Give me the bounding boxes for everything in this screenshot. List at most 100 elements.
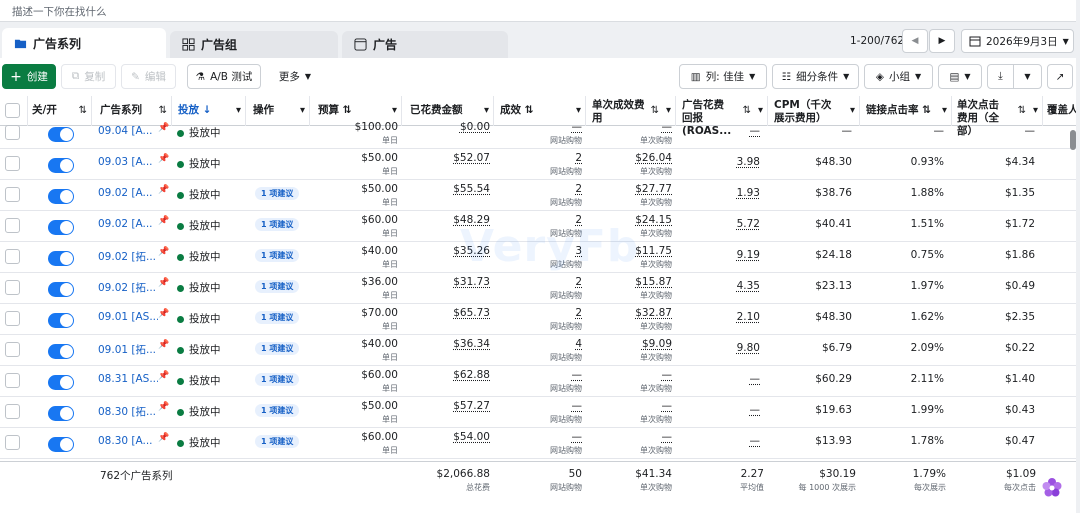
- results-label: 网站购物: [550, 167, 582, 176]
- more-button[interactable]: 更多 ▼: [270, 64, 320, 89]
- pin-icon[interactable]: 📌: [158, 278, 169, 288]
- row-checkbox[interactable]: [5, 404, 20, 419]
- report-button[interactable]: ▤ ▼: [938, 64, 982, 89]
- campaign-name-link[interactable]: 09.02 [拓...: [98, 273, 158, 304]
- budget-cell[interactable]: $36.00 单日: [310, 273, 402, 304]
- next-page-button[interactable]: ▶: [929, 29, 955, 53]
- campaign-toggle[interactable]: [48, 406, 74, 421]
- budget-cell[interactable]: $100.00 单日: [310, 118, 402, 149]
- recommendation-badge[interactable]: 1 项建议: [255, 211, 310, 242]
- budget-cell[interactable]: $70.00 单日: [310, 304, 402, 335]
- budget-cell[interactable]: $60.00 单日: [310, 428, 402, 459]
- table-row[interactable]: 09.03 [A... 📌 投放中 $50.00 单日 $52.07 2 网站购物 $26.04…: [0, 149, 1076, 180]
- table-row[interactable]: 08.30 [拓... 📌 投放中 1 项建议 $50.00 单日 $57.27— 网站购物 —…: [0, 397, 1076, 428]
- recommendation-badge[interactable]: 1 项建议: [255, 180, 310, 211]
- pin-icon[interactable]: 📌: [158, 433, 169, 443]
- row-checkbox[interactable]: [5, 311, 20, 326]
- prev-page-button[interactable]: ◀: [902, 29, 928, 53]
- campaign-toggle[interactable]: [48, 437, 74, 452]
- campaign-name-link[interactable]: 09.01 [拓...: [98, 335, 158, 366]
- create-button[interactable]: + 创建: [2, 64, 56, 89]
- budget-cell[interactable]: $40.00 单日: [310, 242, 402, 273]
- campaign-name-link[interactable]: 09.01 [AS...: [98, 304, 158, 335]
- row-checkbox[interactable]: [5, 249, 20, 264]
- ctr-value: 1.99%: [910, 404, 944, 416]
- campaign-toggle[interactable]: [48, 313, 74, 328]
- recommendation-badge[interactable]: 1 项建议: [255, 304, 310, 335]
- pin-icon[interactable]: 📌: [158, 185, 169, 195]
- pin-icon[interactable]: 📌: [158, 123, 169, 133]
- campaign-name-link[interactable]: 08.30 [A...: [98, 428, 158, 459]
- budget-cell[interactable]: $50.00 单日: [310, 180, 402, 211]
- row-checkbox[interactable]: [5, 373, 20, 388]
- table-row[interactable]: 09.04 [A... 📌 投放中 $100.00 单日 $0.00— 网站购物 — 单次购物 —…: [0, 118, 1076, 149]
- edit-button[interactable]: ✎ 编辑: [121, 64, 176, 89]
- campaign-name-link[interactable]: 09.02 [A...: [98, 211, 158, 242]
- campaign-toggle[interactable]: [48, 344, 74, 359]
- cpm-value: $40.41: [815, 218, 852, 230]
- row-checkbox[interactable]: [5, 156, 20, 171]
- row-checkbox[interactable]: [5, 435, 20, 450]
- breakdown-button[interactable]: ☷ 细分条件 ▼: [772, 64, 859, 89]
- assistant-flower-icon[interactable]: [1038, 474, 1066, 502]
- scrollbar[interactable]: [1070, 130, 1076, 150]
- pin-icon[interactable]: 📌: [158, 154, 169, 164]
- search-input[interactable]: 描述一下你在找什么: [0, 0, 1076, 22]
- pin-icon[interactable]: 📌: [158, 402, 169, 412]
- recommendation-badge[interactable]: 1 项建议: [255, 273, 310, 304]
- tab-adsets[interactable]: 广告组: [170, 31, 338, 58]
- table-row[interactable]: 08.31 [AS... 📌 投放中 1 项建议 $60.00 单日 $62.88 — 网站购物…: [0, 366, 1076, 397]
- recommendation-badge[interactable]: 1 项建议: [255, 397, 310, 428]
- campaign-toggle[interactable]: [48, 220, 74, 235]
- pin-icon[interactable]: 📌: [158, 247, 169, 257]
- campaign-name-link[interactable]: 09.03 [A...: [98, 149, 158, 180]
- total-results: 50 网站购物: [494, 468, 582, 493]
- select-all-checkbox[interactable]: [5, 103, 20, 118]
- tab-ads[interactable]: 广告: [342, 31, 508, 58]
- budget-cell[interactable]: $50.00 单日: [310, 397, 402, 428]
- campaign-toggle[interactable]: [48, 375, 74, 390]
- table-row[interactable]: 08.30 [A... 📌 投放中 1 项建议 $60.00 单日 $54.00— 网站购物 —…: [0, 428, 1076, 459]
- campaign-name-link[interactable]: 08.30 [拓...: [98, 397, 158, 428]
- pin-icon[interactable]: 📌: [158, 340, 169, 350]
- budget-cell[interactable]: $60.00 单日: [310, 366, 402, 397]
- table-row[interactable]: 09.01 [AS... 📌 投放中 1 项建议 $70.00 单日 $65.73 2 网站购物…: [0, 304, 1076, 335]
- recommendation-badge[interactable]: 1 项建议: [255, 242, 310, 273]
- campaign-name-link[interactable]: 08.31 [AS...: [98, 366, 158, 397]
- columns-button[interactable]: ▥ 列: 佳佳 ▼: [679, 64, 767, 89]
- campaign-toggle[interactable]: [48, 127, 74, 142]
- campaign-toggle[interactable]: [48, 251, 74, 266]
- pin-icon[interactable]: 📌: [158, 216, 169, 226]
- pin-icon[interactable]: 📌: [158, 309, 169, 319]
- budget-cell[interactable]: $60.00 单日: [310, 211, 402, 242]
- pin-icon[interactable]: 📌: [158, 371, 169, 381]
- export-dropdown-button[interactable]: ▼: [1013, 64, 1042, 89]
- row-checkbox[interactable]: [5, 280, 20, 295]
- budget-cell[interactable]: $40.00 单日: [310, 335, 402, 366]
- campaign-toggle[interactable]: [48, 158, 74, 173]
- group-button[interactable]: ◈ 小组 ▼: [864, 64, 933, 89]
- recommendation-badge[interactable]: 1 项建议: [255, 366, 310, 397]
- table-row[interactable]: 09.02 [A... 📌 投放中 1 项建议 $50.00 单日 $55.54 2 网站购物 $…: [0, 180, 1076, 211]
- export-button[interactable]: ⤓: [987, 64, 1014, 89]
- row-checkbox[interactable]: [5, 125, 20, 140]
- table-row[interactable]: 09.01 [拓... 📌 投放中 1 项建议 $40.00 单日 $36.34 4 网站购物 $…: [0, 335, 1076, 366]
- tab-campaigns[interactable]: 广告系列: [2, 28, 166, 58]
- cpr-cell: — 单次购物: [586, 118, 676, 149]
- chart-button[interactable]: ↗: [1047, 64, 1073, 89]
- date-picker[interactable]: 2026年9月3日 ▼: [961, 29, 1074, 53]
- recommendation-badge[interactable]: 1 项建议: [255, 428, 310, 459]
- recommendation-badge[interactable]: 1 项建议: [255, 335, 310, 366]
- campaign-name-link[interactable]: 09.02 [拓...: [98, 242, 158, 273]
- budget-cell[interactable]: $50.00 单日: [310, 149, 402, 180]
- campaign-name-link[interactable]: 09.04 [A...: [98, 118, 158, 149]
- ab-test-button[interactable]: ⚗ A/B 测试: [187, 64, 261, 89]
- campaign-toggle[interactable]: [48, 189, 74, 204]
- row-checkbox[interactable]: [5, 187, 20, 202]
- row-checkbox[interactable]: [5, 342, 20, 357]
- copy-button[interactable]: ⧉ 复制: [61, 64, 116, 89]
- table-row[interactable]: 09.02 [拓... 📌 投放中 1 项建议 $36.00 单日 $31.73 2 网站购物 $…: [0, 273, 1076, 304]
- campaign-name-link[interactable]: 09.02 [A...: [98, 180, 158, 211]
- row-checkbox[interactable]: [5, 218, 20, 233]
- campaign-toggle[interactable]: [48, 282, 74, 297]
